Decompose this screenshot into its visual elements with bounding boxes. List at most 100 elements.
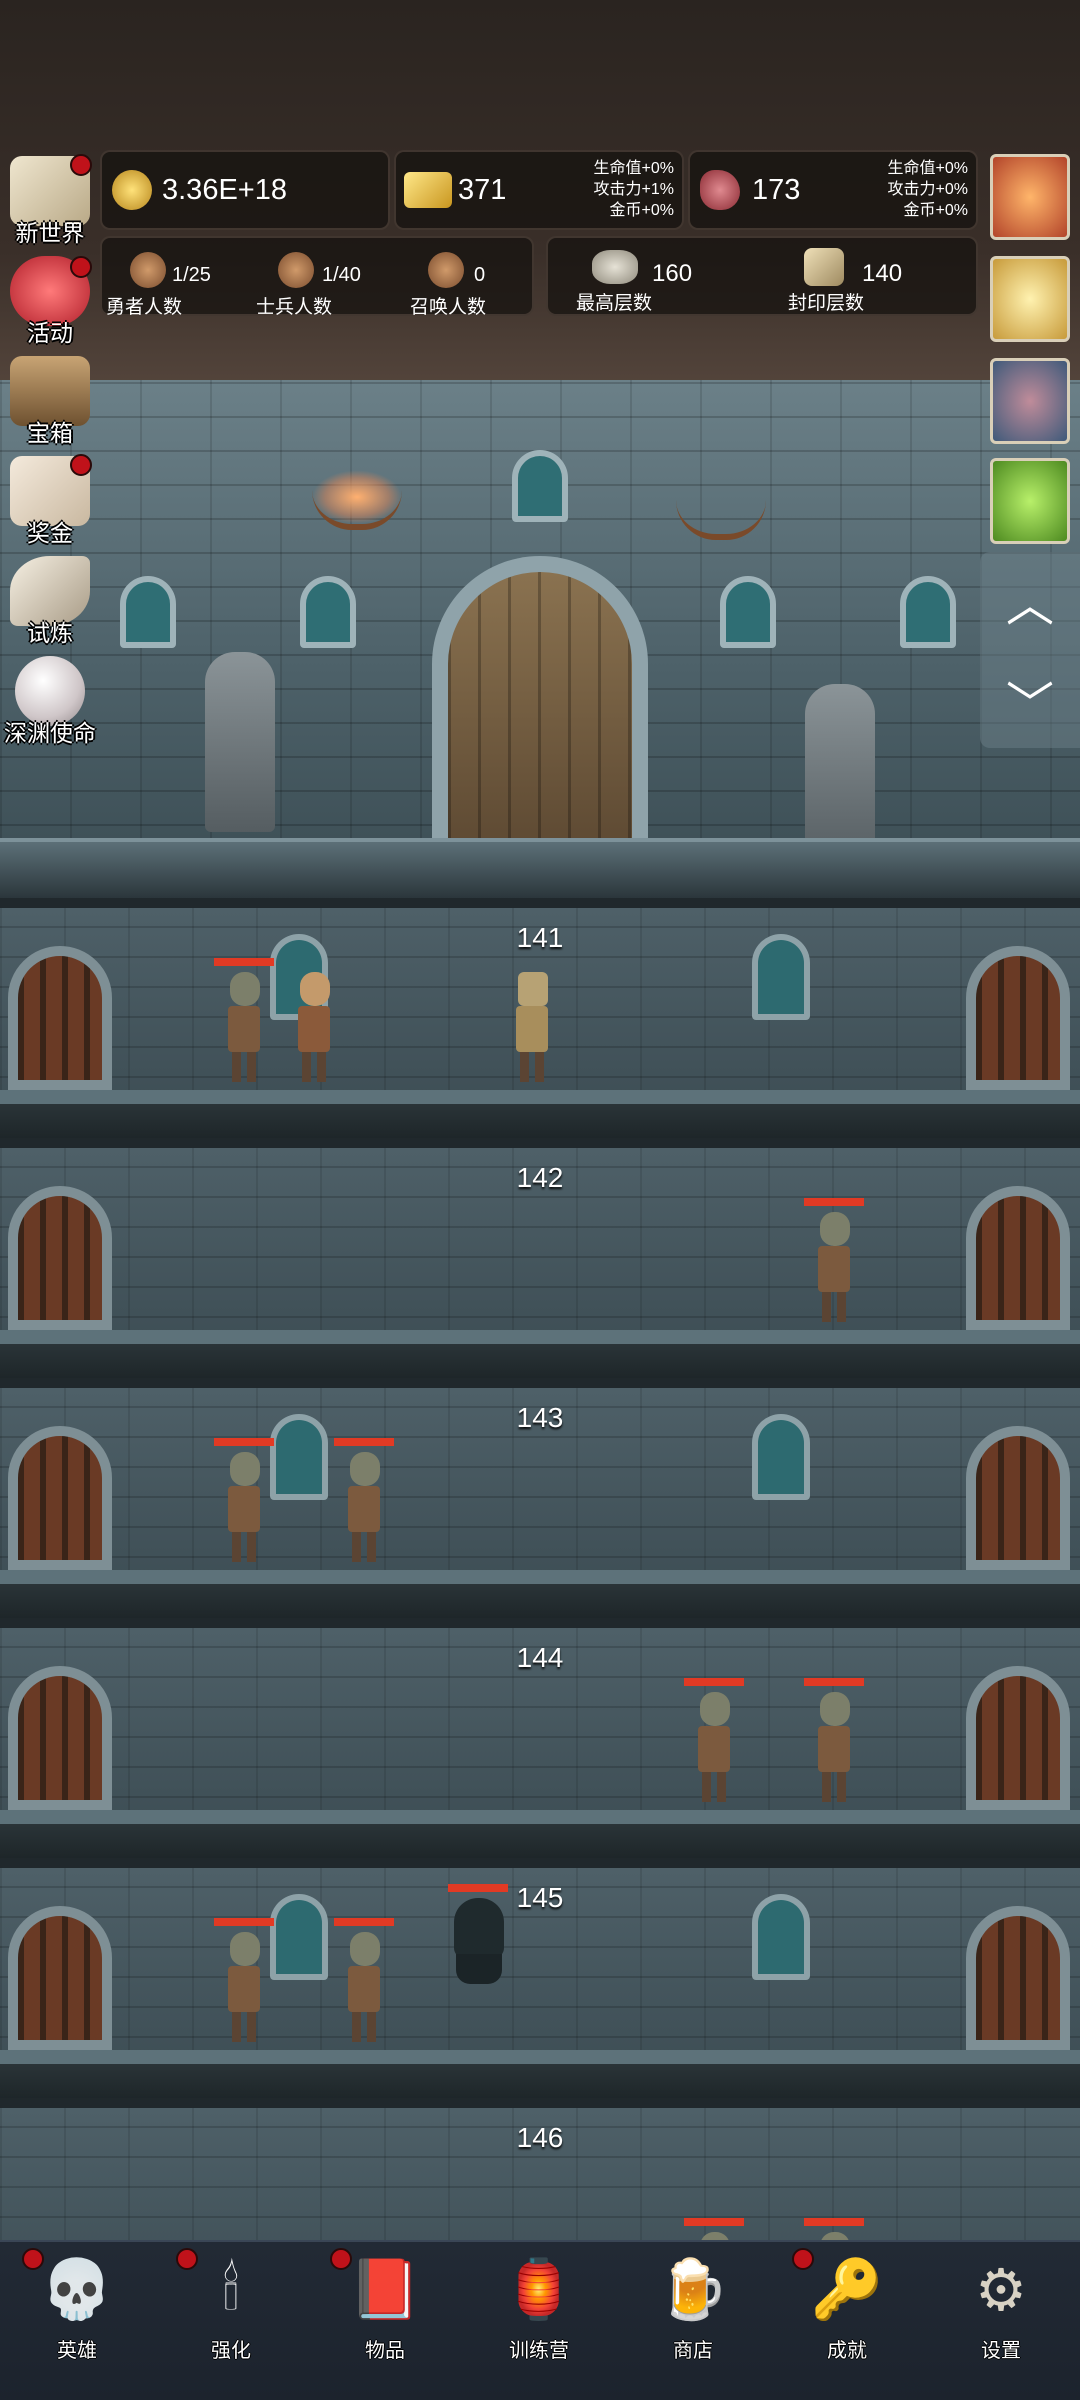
floor-window xyxy=(752,1414,810,1500)
zombie-enemy[interactable] xyxy=(334,1918,394,2042)
seal-scroll-icon xyxy=(804,248,844,286)
soldier-face-icon xyxy=(278,252,314,288)
nav-label: 成就 xyxy=(827,2340,867,2362)
floor-number: 146 xyxy=(516,2122,564,2153)
nav-label: 物品 xyxy=(365,2340,405,2362)
hp-bar xyxy=(334,1918,394,1926)
nav-enhance[interactable]: 🕯 强化 xyxy=(154,2242,308,2372)
floor-door-left xyxy=(8,1666,112,1810)
gold-bar-bonus: 生命值+0% 攻击力+1% 金币+0% xyxy=(594,158,674,221)
side-label: 新世界 xyxy=(15,220,85,246)
hall-window xyxy=(512,450,568,522)
hall-floor xyxy=(0,838,1080,898)
floor-number: 142 xyxy=(516,1162,564,1193)
bonus-attack: 攻击力+1% xyxy=(593,181,674,198)
floor-number: 143 xyxy=(516,1402,564,1433)
soldier-count-label: 士兵人数 xyxy=(256,297,333,318)
candle-item-button[interactable] xyxy=(990,256,1070,342)
fruit-item-button[interactable] xyxy=(990,154,1070,240)
nav-settings[interactable]: ⚙ 设置 xyxy=(924,2242,1078,2372)
meat-bonus: 生命值+0% 攻击力+0% 金币+0% xyxy=(888,158,968,221)
beer-mug-icon: 🍺 xyxy=(656,2257,730,2322)
scroll-down-button[interactable]: ﹀ xyxy=(980,652,1080,748)
side-event-button[interactable]: 活动 xyxy=(2,252,98,346)
knight-statue xyxy=(805,684,875,864)
summon-count-label: 召唤人数 xyxy=(410,297,487,318)
nav-items[interactable]: 📕 物品 xyxy=(308,2242,462,2372)
floor-scroll-control: ︿ ﹀ xyxy=(980,552,1080,748)
notification-dot xyxy=(70,154,92,176)
floor-window xyxy=(752,934,810,1020)
nav-shop[interactable]: 🍺 商店 xyxy=(616,2242,770,2372)
gold-bar-panel[interactable]: 371 生命值+0% 攻击力+1% 金币+0% xyxy=(394,150,684,230)
side-abyss-button[interactable]: 深渊使命 xyxy=(2,652,98,746)
summon-count-value: 0 xyxy=(474,264,486,286)
hp-bar xyxy=(214,1438,274,1446)
side-bonus-button[interactable]: 奖金 xyxy=(2,452,98,546)
hp-bar xyxy=(684,1678,744,1686)
side-label: 试炼 xyxy=(27,620,73,646)
nav-hero[interactable]: 💀 英雄 xyxy=(0,2242,154,2372)
summon-face-icon xyxy=(428,252,464,288)
notification-dot xyxy=(70,454,92,476)
bonus-hp: 生命值+0% xyxy=(887,160,968,177)
zombie-enemy[interactable] xyxy=(334,1438,394,1562)
zombie-enemy[interactable] xyxy=(684,1678,744,1802)
hp-bar xyxy=(804,1198,864,1206)
side-trial-button[interactable]: 试炼 xyxy=(2,552,98,646)
bonus-gold: 金币+0% xyxy=(903,202,968,219)
zombie-enemy[interactable] xyxy=(804,1678,864,1802)
zombie-enemy[interactable] xyxy=(214,1918,274,2042)
hp-bar xyxy=(214,1918,274,1926)
floor-142: 142 xyxy=(0,1138,1080,1378)
floor-number: 144 xyxy=(516,1642,564,1673)
key-icon: 🔑 xyxy=(810,2257,884,2322)
hero-unit[interactable] xyxy=(292,972,336,1082)
hp-bar xyxy=(448,1884,508,1892)
meat-panel[interactable]: 173 生命值+0% 攻击力+0% 金币+0% xyxy=(688,150,978,230)
gold-bar-icon xyxy=(404,172,452,208)
soldier-unit[interactable] xyxy=(510,972,554,1082)
notification-dot xyxy=(176,2248,198,2270)
floor-door-right xyxy=(966,946,1070,1090)
bonus-attack: 攻击力+0% xyxy=(887,181,968,198)
nav-label: 设置 xyxy=(981,2340,1021,2362)
ghost-enemy[interactable] xyxy=(448,1884,508,2008)
hp-bar xyxy=(804,2218,864,2226)
floor-143: 143 xyxy=(0,1378,1080,1618)
candle-icon: 🕯 xyxy=(222,2257,240,2322)
gold-panel[interactable]: 3.36E+18 xyxy=(100,150,390,230)
hero-count-label: 勇者人数 xyxy=(106,297,183,318)
floor-window xyxy=(270,1414,328,1500)
hall-window xyxy=(300,576,356,648)
gem-item-button[interactable] xyxy=(990,358,1070,444)
side-new-world-button[interactable]: 新世界 xyxy=(2,152,98,246)
floor-141: 141 xyxy=(0,898,1080,1138)
floor-window xyxy=(752,1894,810,1980)
sealed-floor-label: 封印层数 xyxy=(788,293,865,314)
hero-face-icon xyxy=(130,252,166,288)
hero-count-value: 1/25 xyxy=(172,264,211,286)
zombie-enemy[interactable] xyxy=(214,958,274,1082)
slime-item-button[interactable] xyxy=(990,458,1070,544)
soldier-count-value: 1/40 xyxy=(322,264,361,286)
nav-achievements[interactable]: 🔑 成就 xyxy=(770,2242,924,2372)
unit-counts-panel: 1/25 勇者人数 1/40 士兵人数 0 召唤人数 xyxy=(100,236,534,318)
scroll-up-button[interactable]: ︿ xyxy=(980,552,1080,648)
nav-label: 强化 xyxy=(211,2340,251,2362)
gear-icon: ⚙ xyxy=(975,2258,1027,2323)
nav-training[interactable]: 🏮 训练营 xyxy=(462,2242,616,2372)
zombie-enemy[interactable] xyxy=(214,1438,274,1562)
zombie-enemy[interactable] xyxy=(804,1198,864,1322)
meat-icon xyxy=(700,170,740,210)
gold-bar-value: 371 xyxy=(458,174,507,206)
knight-statue xyxy=(205,652,275,832)
notification-dot xyxy=(22,2248,44,2270)
side-label: 奖金 xyxy=(27,520,73,546)
bonus-hp: 生命值+0% xyxy=(593,160,674,177)
gold-value: 3.36E+18 xyxy=(162,174,287,206)
side-chest-button[interactable]: 宝箱 xyxy=(2,352,98,446)
notification-dot xyxy=(792,2248,814,2270)
castle-gate[interactable] xyxy=(432,556,648,846)
side-label: 深渊使命 xyxy=(4,720,96,746)
